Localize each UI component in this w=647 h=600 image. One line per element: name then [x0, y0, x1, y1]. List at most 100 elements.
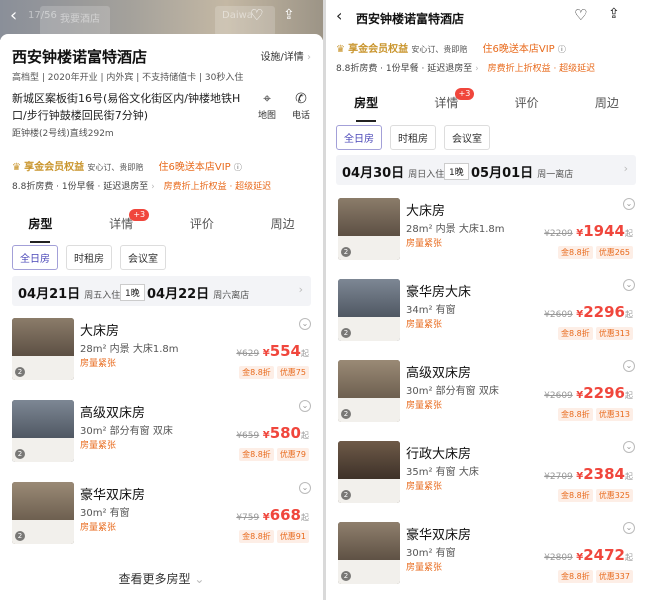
room-photo[interactable]: 2	[338, 441, 400, 503]
section-tabs: 房型 详情 +3 评价 周边	[0, 209, 323, 245]
map-label: 地图	[258, 111, 277, 121]
price-badges: 金8.8折 优惠265	[557, 246, 633, 259]
room-photo[interactable]: 2	[338, 360, 400, 422]
chevron-down-icon[interactable]: ⌄	[299, 318, 311, 330]
hotel-address[interactable]: 新城区案板街16号(易俗文化街区内/钟楼地铁H口/步行钟鼓楼回民街7分钟)	[12, 90, 242, 124]
promo-perks: 房费折上折权益 · 超级延迟	[163, 182, 272, 192]
price-badges: 金8.8折 优惠337	[557, 570, 633, 583]
room-photo[interactable]: 2	[12, 482, 74, 544]
room-photo[interactable]: 2	[338, 522, 400, 584]
checkout-weekday: 周一离店	[537, 170, 574, 180]
availability-status: 房量紧张	[406, 482, 443, 492]
view-more-rooms[interactable]: 查看更多房型 ⌄	[0, 570, 323, 587]
checkout-weekday: 周六离店	[213, 291, 250, 301]
chevron-down-icon[interactable]: ⌄	[623, 441, 635, 453]
favorite-heart-icon[interactable]: ♡	[574, 6, 587, 24]
room-spec: 34m² 有窗	[406, 305, 456, 316]
chevron-down-icon[interactable]: ⌄	[623, 522, 635, 534]
phone-label: 电话	[292, 111, 311, 121]
room-photo[interactable]: 2	[338, 279, 400, 341]
tab-nearby[interactable]: 周边	[253, 215, 313, 245]
price-badges: 金8.8折 优惠91	[239, 530, 309, 543]
tab-details[interactable]: 详情 +3	[416, 88, 476, 124]
room-price: ¥2709 ¥2384起	[544, 465, 633, 483]
date-selector[interactable]: 04月21日 周五入住 1晚 04月22日 周六离店 ›	[12, 276, 311, 306]
savings-badge: 优惠313	[595, 327, 633, 340]
price-suffix: 起	[625, 310, 633, 319]
room-name: 豪华双床房	[80, 488, 146, 503]
chip-hourly[interactable]: 时租房	[66, 245, 112, 270]
facility-details-link[interactable]: 设施/详情 ›	[260, 48, 311, 63]
current-price: 554	[269, 342, 301, 360]
left-screen: 17/56 我要酒店 Daiwa ‹ ♡ ⇪ 西安钟楼诺富特酒店 设施/详情 ›…	[0, 0, 323, 600]
member-title: 享金会员权益	[348, 44, 409, 55]
checkin-date: 04月21日	[18, 287, 81, 302]
chevron-right-icon: ›	[298, 283, 303, 296]
chevron-down-icon[interactable]: ⌄	[299, 482, 311, 494]
room-price: ¥2609 ¥2296起	[544, 303, 633, 321]
favorite-heart-icon[interactable]: ♡	[250, 5, 263, 25]
photo-count-badge: 2	[341, 571, 351, 581]
original-price: ¥2709	[544, 472, 573, 482]
view-more-label: 查看更多房型	[118, 572, 191, 586]
share-icon[interactable]: ⇪	[608, 6, 620, 22]
room-name: 大床房	[406, 204, 446, 219]
chevron-right-icon: ›	[307, 52, 311, 63]
room-price: ¥759 ¥668起	[236, 506, 309, 524]
current-price: 2296	[583, 303, 625, 321]
room-name: 大床房	[80, 324, 120, 339]
tab-room-types[interactable]: 房型	[336, 94, 396, 124]
chevron-down-icon[interactable]: ⌄	[299, 400, 311, 412]
tab-reviews[interactable]: 评价	[497, 94, 557, 124]
chevron-down-icon[interactable]: ⌄	[623, 360, 635, 372]
room-price: ¥2609 ¥2296起	[544, 384, 633, 402]
room-name: 豪华房大床	[406, 285, 472, 300]
checkin-weekday: 周五入住	[84, 291, 121, 301]
current-price: 580	[269, 424, 301, 442]
section-tabs: 房型 详情 +3 评价 周边	[326, 88, 647, 124]
photo-wall	[12, 318, 74, 358]
room-photo[interactable]: 2	[12, 400, 74, 462]
discount-badge: 金8.8折	[557, 570, 593, 583]
room-photo[interactable]: 2	[12, 318, 74, 380]
share-icon[interactable]: ⇪	[283, 5, 295, 25]
tab-label: 评价	[514, 96, 539, 110]
right-screen: ‹ 西安钟楼诺富特酒店 ♡ ⇪ ♛ 享金会员权益 安心订、贵即赔 住6晚送本店V…	[326, 0, 647, 600]
date-selector[interactable]: 04月30日 周日入住 1晚 05月01日 周一离店 ›	[336, 155, 636, 185]
chip-full-day[interactable]: 全日房	[12, 245, 58, 270]
tab-label: 周边	[270, 217, 295, 231]
phone-button[interactable]: ✆ 电话	[292, 90, 310, 121]
chevron-down-icon[interactable]: ⌄	[623, 279, 635, 291]
back-icon[interactable]: ‹	[336, 6, 342, 25]
original-price: ¥759	[236, 513, 260, 523]
room-photo[interactable]: 2	[338, 198, 400, 260]
chip-meeting-room[interactable]: 会议室	[120, 245, 166, 270]
chevron-right-icon: ›	[475, 64, 479, 74]
chip-meeting-room[interactable]: 会议室	[444, 125, 490, 150]
member-benefits[interactable]: ♛ 享金会员权益 安心订、贵即赔 住6晚送本店VIP ⓘ 8.8折房费 · 1份…	[336, 40, 636, 74]
room-price: ¥629 ¥554起	[236, 342, 309, 360]
tab-label: 房型	[28, 217, 53, 231]
chip-hourly[interactable]: 时租房	[390, 125, 436, 150]
discount-badge: 金8.8折	[557, 327, 593, 340]
chevron-right-icon: ›	[151, 182, 155, 192]
checkin-date: 04月30日	[342, 166, 405, 181]
photo-count-badge: 2	[341, 490, 351, 500]
tab-reviews[interactable]: 评价	[172, 215, 232, 245]
member-benefits[interactable]: ♛ 享金会员权益 安心订、贵即赔 住6晚送本店VIP ⓘ 8.8折房费 · 1份…	[12, 158, 311, 192]
savings-badge: 优惠265	[595, 246, 633, 259]
photo-wall	[12, 482, 74, 522]
chevron-down-icon[interactable]: ⌄	[623, 198, 635, 210]
member-perks: 8.8折房费 · 1份早餐 · 延迟退房至	[336, 64, 473, 74]
chip-full-day[interactable]: 全日房	[336, 125, 382, 150]
back-icon[interactable]: ‹	[10, 6, 17, 26]
tab-nearby[interactable]: 周边	[577, 94, 637, 124]
discount-badge: 金8.8折	[557, 408, 593, 421]
photo-wall	[338, 279, 400, 319]
map-button[interactable]: ⌖ 地图	[258, 90, 276, 121]
tab-room-types[interactable]: 房型	[10, 215, 70, 245]
photo-count-badge: 2	[341, 409, 351, 419]
tab-details[interactable]: 详情 +3	[91, 209, 151, 245]
savings-badge: 优惠91	[276, 530, 309, 543]
crown-icon: ♛	[336, 44, 345, 55]
